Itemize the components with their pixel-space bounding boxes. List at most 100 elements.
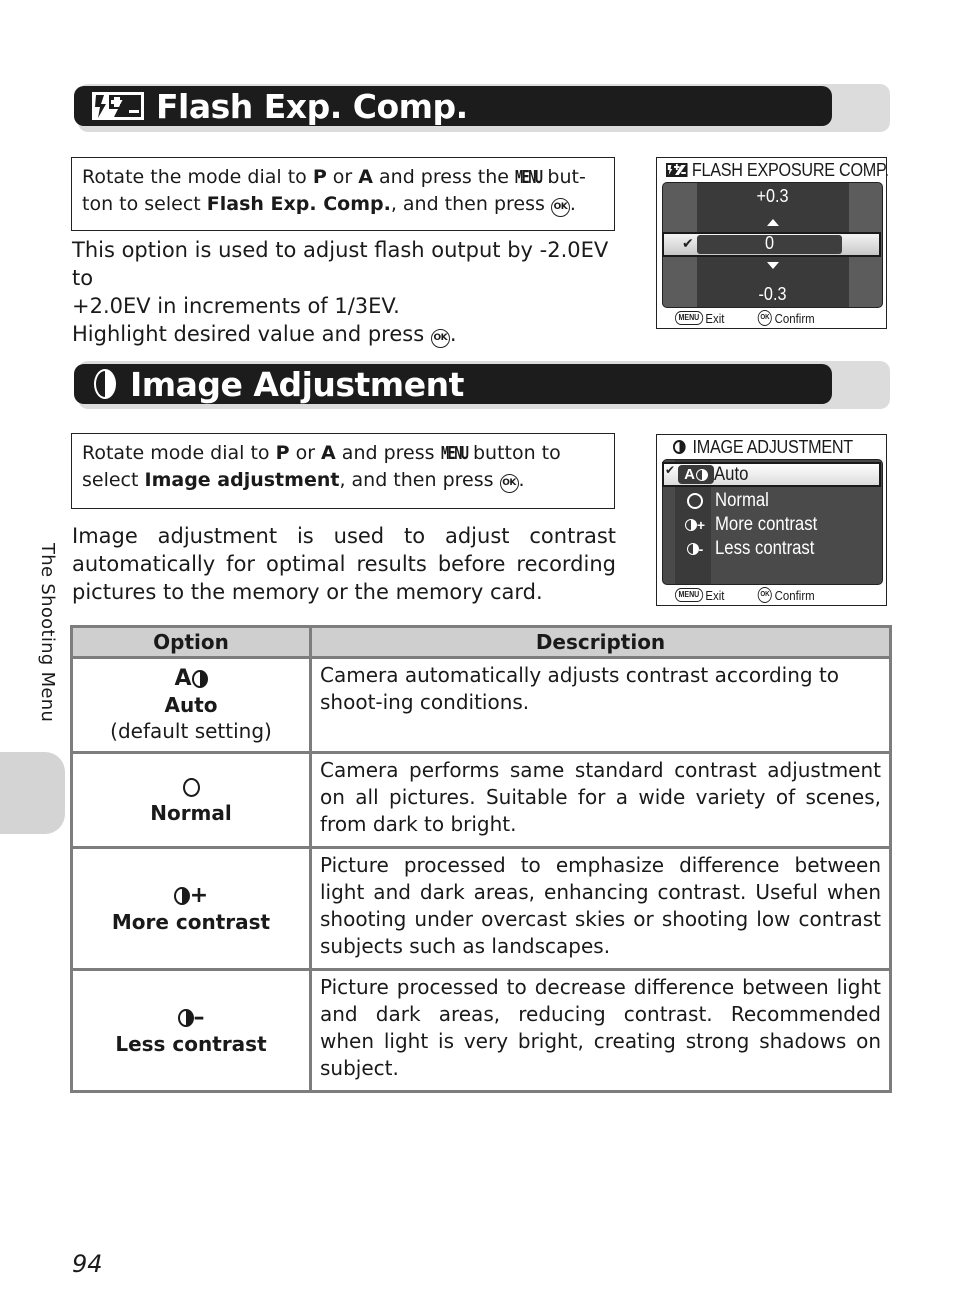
footer-confirm-label: Confirm [774, 587, 815, 603]
contrast-icon [94, 369, 116, 399]
plus-sign: + [189, 882, 209, 908]
option-note: (default setting) [110, 719, 272, 743]
description-cell: Camera automatically adjusts contrast ac… [309, 656, 892, 754]
normal-contrast-icon [677, 493, 713, 509]
description-cell: Picture processed to emphasize differenc… [309, 846, 892, 971]
minus-sign: - [698, 541, 704, 557]
flash-section-header: Flash Exp. Comp. [74, 86, 832, 126]
plus-sign: + [696, 517, 706, 533]
instruction-text: or [289, 442, 322, 464]
instruction-text: or [326, 166, 359, 188]
flash-description-line: This option is used to adjust flash outp… [72, 238, 609, 290]
screen-title-row: IMAGE ADJUSTMENT [673, 437, 853, 458]
image-instruction-box: Rotate mode dial to P or A and press MEN… [71, 433, 615, 509]
flash-section-title: Flash Exp. Comp. [156, 86, 468, 126]
flash-description-end: . [449, 322, 457, 346]
screen-footer: MENU Exit OK Confirm [675, 587, 815, 603]
option-name: More contrast [111, 909, 271, 934]
contrast-icon [673, 440, 686, 454]
selected-value: 0 [764, 233, 774, 253]
option-item-normal[interactable]: Normal [663, 489, 882, 513]
column-header-description: Description [309, 625, 892, 659]
option-item-auto[interactable]: ✔ A Auto [662, 462, 881, 487]
instruction-text: and press the [372, 166, 516, 188]
mode-p: P [275, 442, 290, 464]
flash-exposure-comp-icon [666, 163, 688, 177]
instruction-text: . [518, 469, 525, 491]
screen-title: IMAGE ADJUSTMENT [692, 437, 854, 457]
ok-button-icon: OK [499, 474, 519, 493]
screen-footer: MENU Exit OK Confirm [675, 310, 815, 326]
option-name: Auto [164, 693, 218, 717]
menu-button-icon: MENU [675, 311, 703, 325]
image-adjustment-options-table: Option Description A Auto (default setti… [70, 625, 892, 1093]
instruction-text: Rotate the mode dial to [82, 166, 313, 188]
mode-a: A [321, 442, 336, 464]
image-adjustment-screen: IMAGE ADJUSTMENT Normal + More contrast … [656, 434, 887, 606]
auto-letter: A [174, 666, 192, 691]
check-icon: ✔ [665, 463, 676, 477]
instruction-text: Rotate mode dial to [82, 442, 276, 464]
table-row: – Less contrast Picture processed to dec… [70, 968, 892, 1093]
instruction-text: , and then press [339, 469, 500, 491]
option-label: Auto [714, 464, 749, 485]
flash-instruction-box: Rotate the mode dial to P or A and press… [71, 157, 615, 231]
mode-a: A [358, 166, 373, 188]
menu-button-icon: MENU [515, 167, 543, 188]
side-tab-marker [0, 752, 65, 834]
auto-letter: A [684, 466, 695, 483]
image-section-header: Image Adjustment [74, 364, 832, 404]
option-item-less-contrast[interactable]: - Less contrast [663, 537, 882, 561]
less-contrast-icon: - [677, 541, 713, 557]
instruction-text: , and then press [390, 193, 551, 215]
ok-button-icon: OK [757, 310, 773, 326]
ok-button-icon: OK [430, 329, 450, 348]
value-below: -0.3 [758, 284, 787, 304]
option-cell: A Auto (default setting) [70, 656, 312, 754]
table-row: + More contrast Picture processed to emp… [70, 846, 892, 971]
menu-button-icon: MENU [675, 588, 703, 602]
table-row: A Auto (default setting) Camera automati… [70, 656, 892, 754]
page-number: 94 [72, 1250, 103, 1278]
auto-contrast-icon: A [74, 666, 308, 692]
option-label: Normal [715, 490, 769, 511]
screen-title-row: FLASH EXPOSURE COMP. [666, 160, 889, 181]
check-icon: ✔ [682, 236, 694, 252]
image-description: Image adjustment is used to adjust contr… [72, 524, 616, 604]
menu-button-icon: MENU [440, 443, 469, 464]
flash-description-line: Highlight desired value and press OK. [72, 320, 622, 348]
option-item-more-contrast[interactable]: + More contrast [663, 513, 882, 537]
option-cell: + More contrast [70, 846, 312, 971]
description-cell: Camera performs same standard contrast a… [309, 751, 892, 849]
more-contrast-icon: + [677, 517, 713, 533]
instruction-text: . [569, 193, 576, 215]
option-cell: Normal [70, 751, 312, 849]
option-cell: – Less contrast [70, 968, 312, 1093]
minus-sign: – [193, 1004, 205, 1030]
arrow-down-icon[interactable] [767, 262, 779, 269]
footer-exit-label: Exit [705, 310, 725, 326]
menu-item-name: Flash Exp. Comp. [206, 193, 391, 215]
less-contrast-icon: – [74, 1005, 308, 1031]
option-label: Less contrast [715, 538, 815, 559]
mode-p: P [312, 166, 327, 188]
menu-item-name: Image adjustment [144, 469, 340, 491]
flash-exposure-comp-icon [92, 91, 144, 121]
footer-exit-label: Exit [705, 587, 725, 603]
instruction-text: and press [335, 442, 441, 464]
selected-value-box: 0 [697, 233, 842, 254]
description-cell: Picture processed to decrease difference… [309, 968, 892, 1093]
ok-button-icon: OK [757, 587, 773, 603]
ok-button-icon: OK [550, 198, 570, 217]
column-header-option: Option [70, 625, 312, 659]
image-section-title: Image Adjustment [130, 364, 464, 404]
flash-description: This option is used to adjust flash outp… [72, 236, 622, 348]
option-name: Less contrast [115, 1031, 267, 1056]
option-label: More contrast [715, 514, 818, 535]
side-tab-label: The Shooting Menu [37, 543, 58, 723]
normal-contrast-icon [74, 774, 308, 800]
arrow-up-icon[interactable] [767, 219, 779, 226]
selected-value-row[interactable]: ✔ 0 [662, 232, 881, 257]
flash-description-text: Highlight desired value and press [72, 322, 425, 346]
auto-contrast-icon: A [678, 465, 714, 484]
